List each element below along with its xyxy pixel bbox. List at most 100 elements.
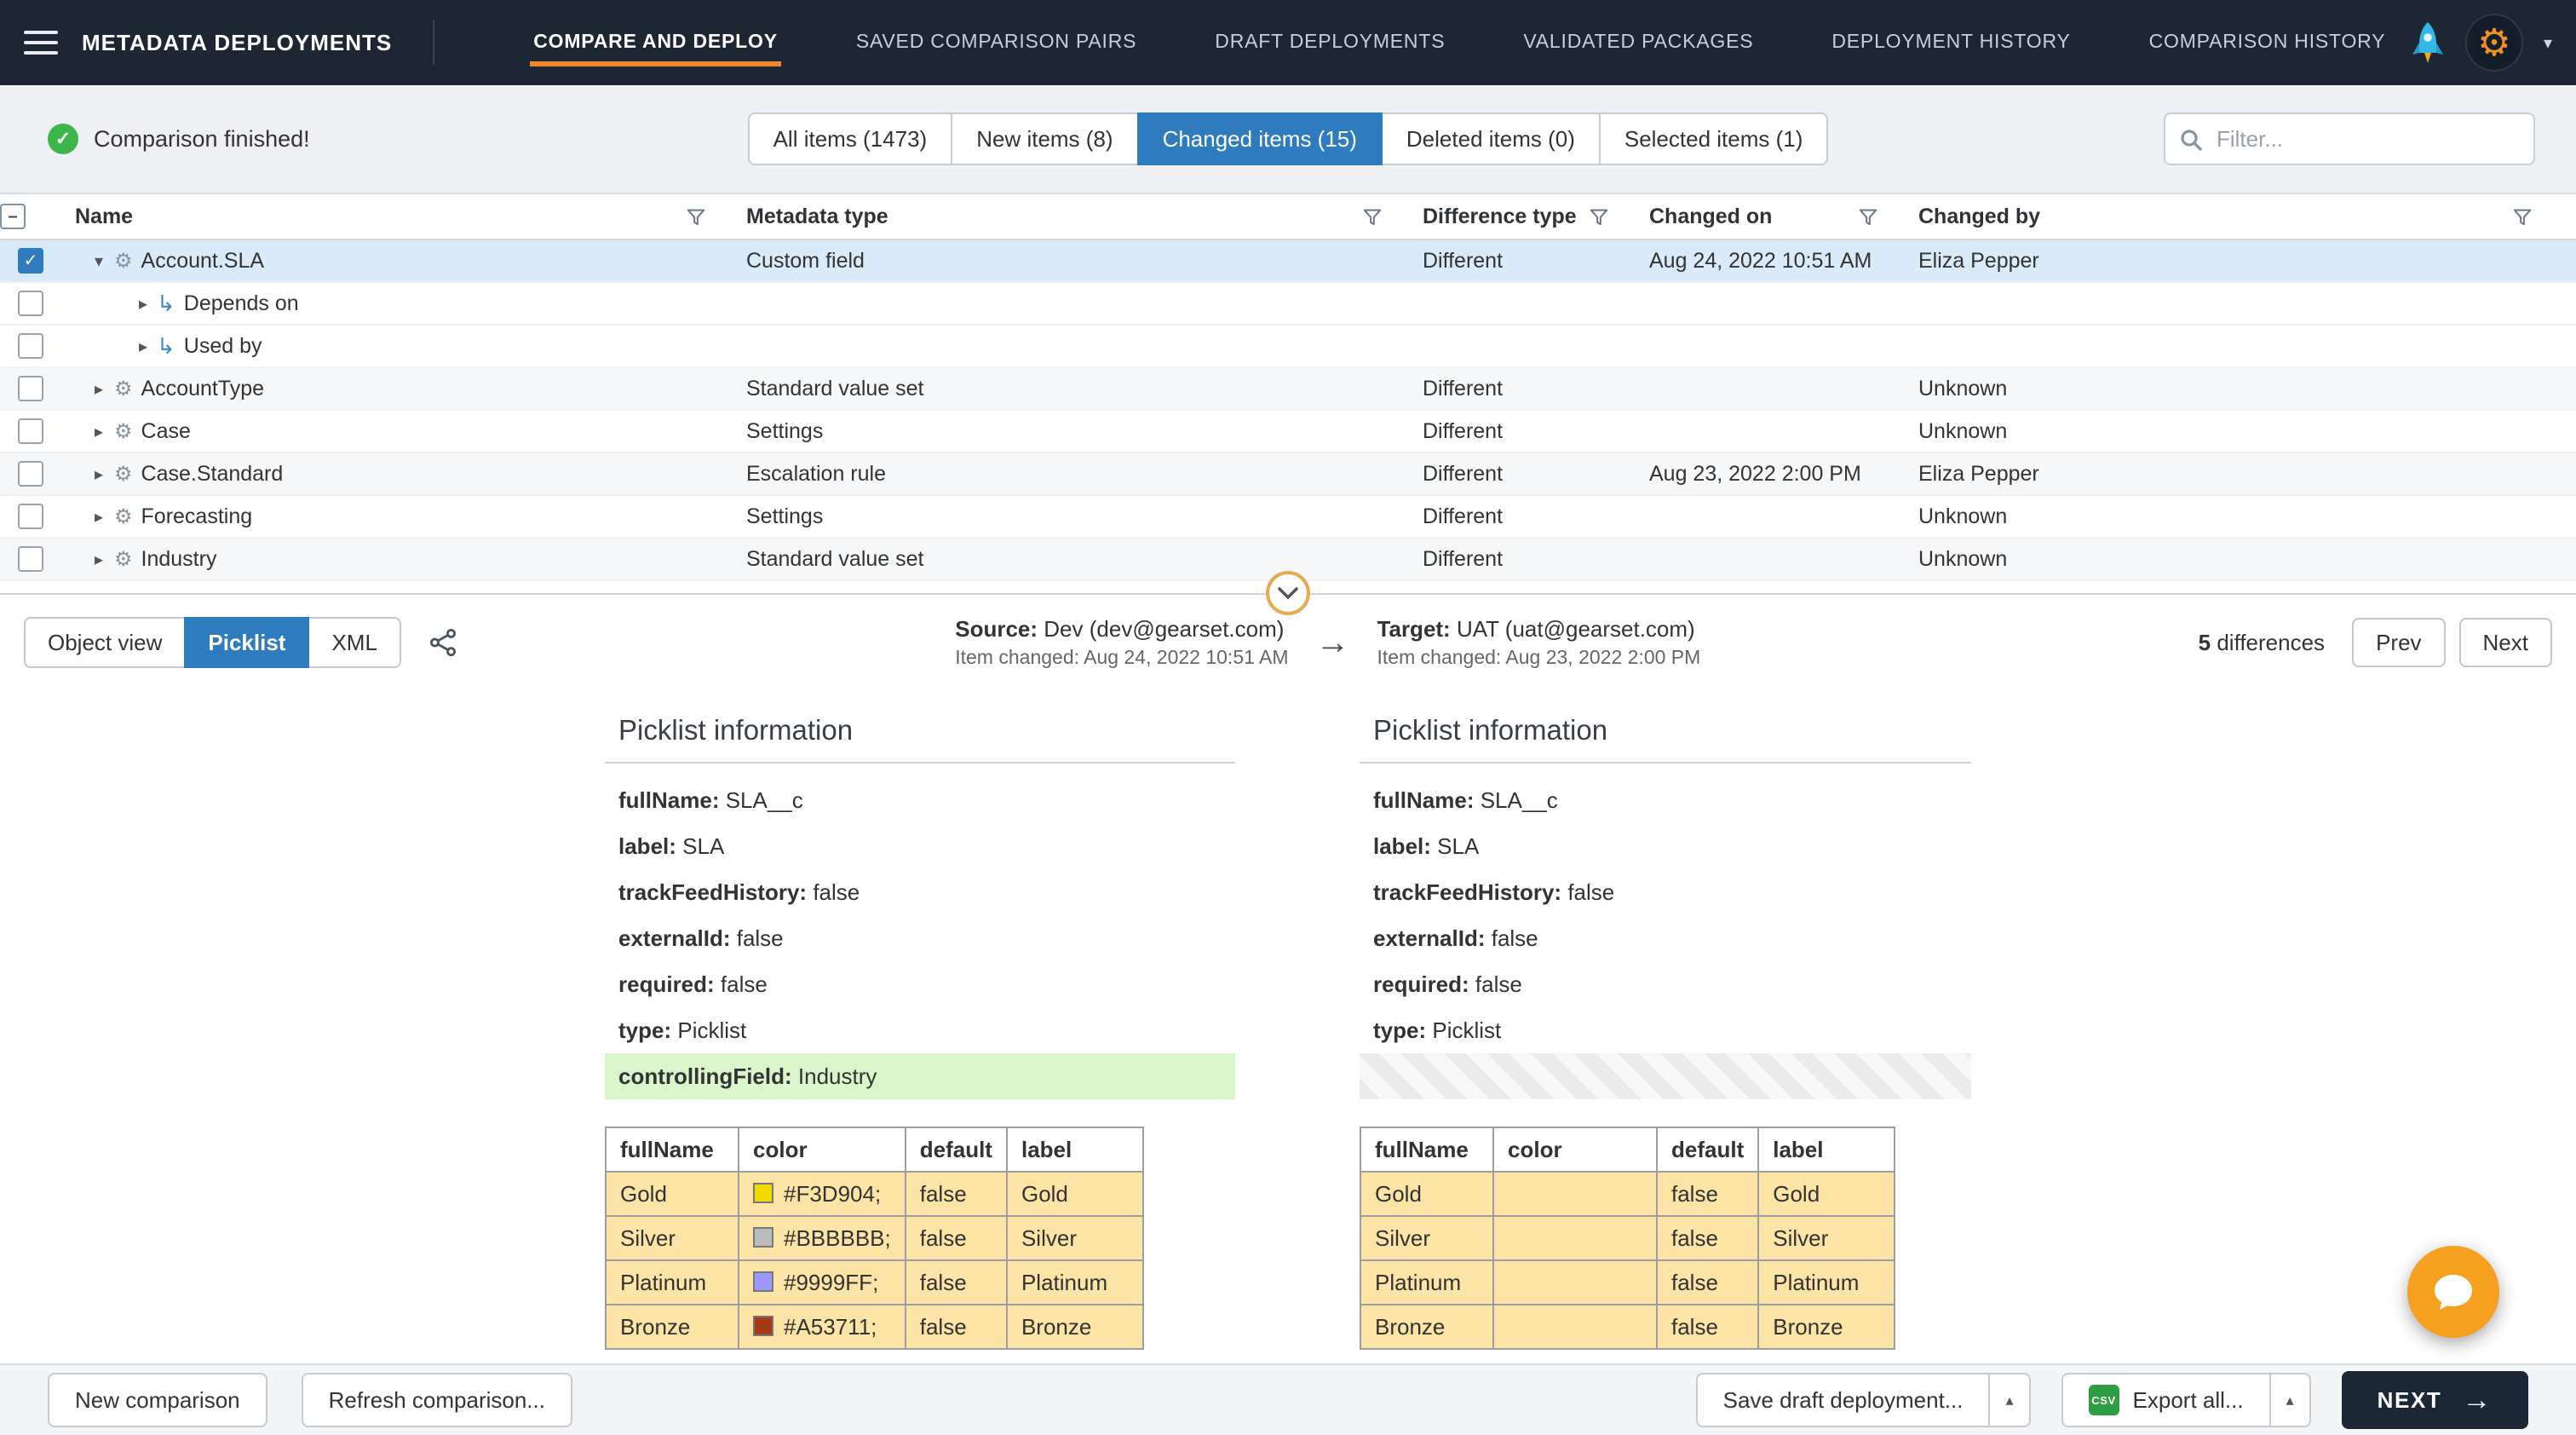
filter-tab-new-items[interactable]: New items (8) [951,112,1138,165]
field-type: typePicklist [1360,1007,1971,1053]
view-tab-object-view[interactable]: Object view [24,617,186,668]
filter-tab-all-items[interactable]: All items (1473) [748,112,953,165]
next-button[interactable]: NEXT → [2342,1371,2528,1429]
select-all-checkbox[interactable]: – [0,204,26,229]
row-name: AccountType [141,377,265,401]
metadata-type-icon: ⚙ [114,547,133,572]
table-row-used-by[interactable]: ▸ ↳ Used by [0,326,2576,368]
row-name: Case.Standard [141,462,284,487]
cell-changed-on [1636,368,1905,409]
filter-funnel-icon[interactable] [1859,207,1877,226]
view-tab-xml[interactable]: XML [308,617,400,668]
source-picklist-values-table: fullName color default label Gold #F3D90… [605,1127,1144,1350]
filter-funnel-icon[interactable] [2513,207,2532,226]
row-checkbox[interactable]: ✓ [18,248,43,274]
row-checkbox[interactable] [18,333,43,359]
target-summary: Target: UAT (uat@gearset.com) Item chang… [1377,616,1701,669]
table-row-case[interactable]: ▸ ⚙ Case Settings Different Unknown [0,411,2576,453]
export-caret-icon[interactable]: ▴ [2269,1373,2311,1427]
field-fullname: fullNameSLA__c [1360,777,1971,823]
new-comparison-button[interactable]: New comparison [48,1373,267,1427]
bottom-action-bar: New comparison Refresh comparison... Sav… [0,1363,2576,1435]
save-draft-caret-icon[interactable]: ▴ [1988,1373,2030,1427]
chevron-right-icon[interactable]: ▸ [133,336,153,357]
filter-tab-selected-items[interactable]: Selected items (1) [1599,112,1829,165]
nav-tab-draft-deployments[interactable]: DRAFT DEPLOYMENTS [1211,20,1448,66]
table-row-account-sla[interactable]: ✓ ▾ ⚙ Account.SLA Custom field Different… [0,240,2576,283]
color-swatch [753,1183,773,1203]
row-checkbox[interactable] [18,546,43,572]
cell-difference-type: Different [1409,453,1636,494]
filter-tab-deleted-items[interactable]: Deleted items (0) [1381,112,1601,165]
prev-difference-button[interactable]: Prev [2352,618,2445,667]
field-required: requiredfalse [605,961,1235,1007]
chat-fab-button[interactable] [2407,1246,2499,1338]
comparison-status-text: Comparison finished! [94,126,310,153]
export-split-button: CSV Export all... ▴ [2061,1373,2311,1427]
filter-input[interactable] [2164,112,2535,165]
chevron-right-icon[interactable]: ▸ [89,421,109,442]
target-label: Target: [1377,616,1451,642]
collapse-detail-button[interactable] [1266,571,1310,615]
chevron-down-icon [1278,586,1298,600]
chevron-down-icon[interactable]: ▾ [89,251,109,272]
source-target-summary: Source: Dev (dev@gearset.com) Item chang… [457,616,2199,669]
cell-changed-by: Unknown [1905,496,2576,537]
table-row-case-standard[interactable]: ▸ ⚙ Case.Standard Escalation rule Differ… [0,453,2576,496]
row-name: Used by [184,334,262,359]
field-trackfeedhistory: trackFeedHistoryfalse [605,869,1235,915]
nav-tab-saved-comparison-pairs[interactable]: SAVED COMPARISON PAIRS [853,20,1140,66]
filter-tab-changed-items[interactable]: Changed items (15) [1137,112,1383,165]
picklist-row-platinum: Platinum #9999FF; false Platinum [606,1260,1143,1305]
column-header-name: Name [75,205,133,229]
table-row-forecasting[interactable]: ▸ ⚙ Forecasting Settings Different Unkno… [0,496,2576,539]
target-picklist-values-table: fullName color default label Gold false … [1360,1127,1895,1350]
field-required: requiredfalse [1360,961,1971,1007]
row-name: Depends on [184,291,299,316]
nav-tab-deployment-history[interactable]: DEPLOYMENT HISTORY [1828,20,2073,66]
cell-changed-by: Eliza Pepper [1905,240,2576,281]
picklist-row-gold: Gold #F3D904; false Gold [606,1172,1143,1216]
next-difference-button[interactable]: Next [2459,618,2552,667]
chevron-right-icon[interactable]: ▸ [89,464,109,485]
status-bar: ✓ Comparison finished! All items (1473) … [0,85,2576,194]
chevron-right-icon[interactable]: ▸ [89,378,109,400]
row-checkbox[interactable] [18,418,43,444]
chevron-right-icon[interactable]: ▸ [89,506,109,527]
row-checkbox[interactable] [18,504,43,529]
table-row-depends-on[interactable]: ▸ ↳ Depends on [0,283,2576,326]
top-navbar: METADATA DEPLOYMENTS COMPARE AND DEPLOY … [0,0,2576,85]
nav-tab-validated-packages[interactable]: VALIDATED PACKAGES [1520,20,1757,66]
export-all-button[interactable]: CSV Export all... [2061,1373,2271,1427]
view-tab-picklist[interactable]: Picklist [184,617,309,668]
filter-funnel-icon[interactable] [1363,207,1382,226]
field-controllingfield-added: controllingFieldIndustry [605,1053,1235,1099]
field-externalid: externalIdfalse [605,915,1235,961]
nav-tab-compare-and-deploy[interactable]: COMPARE AND DEPLOY [530,20,781,66]
row-checkbox[interactable] [18,376,43,401]
row-checkbox[interactable] [18,291,43,316]
field-label: labelSLA [605,823,1235,869]
row-checkbox[interactable] [18,461,43,487]
view-switcher: Object view Picklist XML [24,617,401,668]
source-summary: Source: Dev (dev@gearset.com) Item chang… [955,616,1288,669]
table-row-accounttype[interactable]: ▸ ⚙ AccountType Standard value set Diffe… [0,368,2576,411]
share-icon[interactable] [428,628,457,657]
filter-funnel-icon[interactable] [687,207,705,226]
account-menu-caret-icon[interactable]: ▾ [2544,32,2552,54]
column-header-metadata-type: Metadata type [746,205,888,229]
row-name: Forecasting [141,504,253,529]
hamburger-menu-icon[interactable] [24,31,58,55]
refresh-comparison-button[interactable]: Refresh comparison... [302,1373,572,1427]
save-draft-deployment-button[interactable]: Save draft deployment... [1696,1373,1991,1427]
chevron-right-icon[interactable]: ▸ [89,549,109,570]
nav-tab-comparison-history[interactable]: COMPARISON HISTORY [2146,20,2389,66]
user-avatar-gear-icon[interactable]: ⚙ [2465,14,2523,72]
search-icon [2179,128,2203,152]
column-header-difference-type: Difference type [1423,205,1577,229]
filter-funnel-icon[interactable] [1590,207,1608,226]
chevron-right-icon[interactable]: ▸ [133,293,153,314]
metadata-type-icon: ⚙ [114,462,133,487]
picklist-row-silver: Silver false Silver [1360,1216,1895,1260]
rocket-icon[interactable] [2411,20,2445,65]
